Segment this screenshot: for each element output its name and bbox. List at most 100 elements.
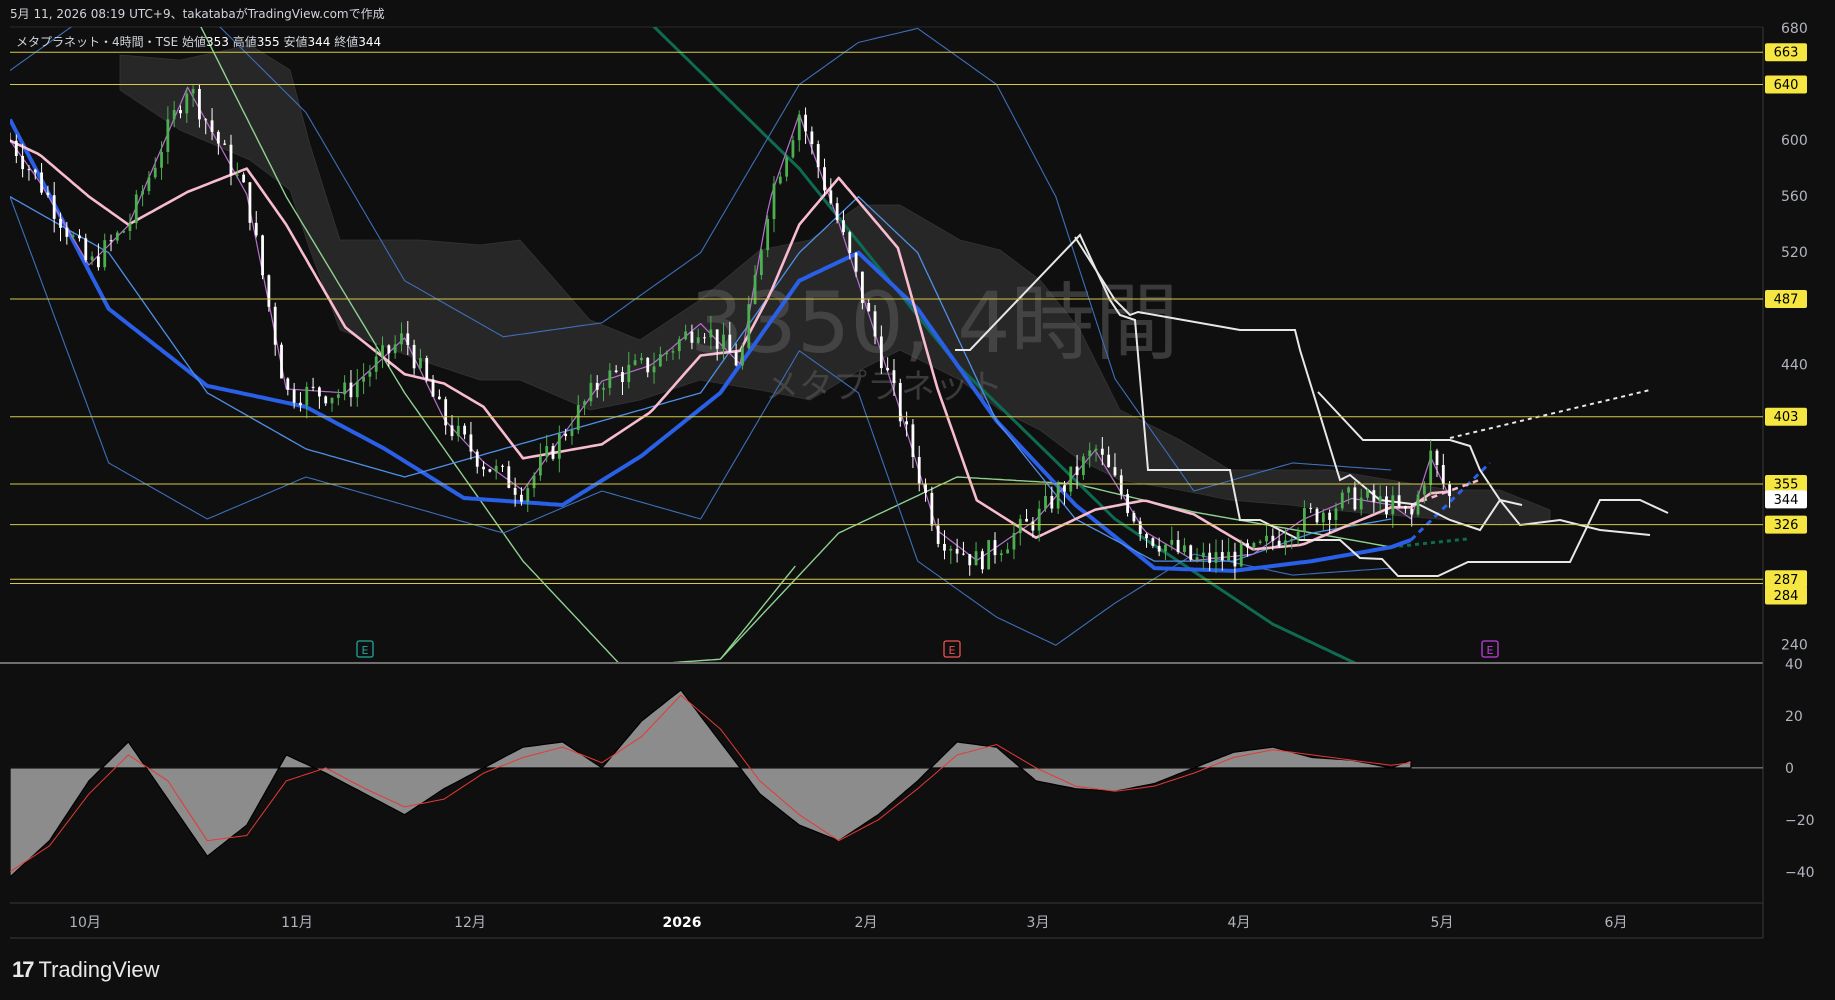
ohlc-high-value: 355 <box>256 35 280 49</box>
candle-body <box>71 235 75 237</box>
candle-body <box>785 157 789 177</box>
candle-body <box>646 357 650 373</box>
candle-body <box>488 469 492 472</box>
candle-body <box>1302 508 1306 532</box>
created-info: 5月 11, 2026 08:19 UTC+9、takatabaがTrading… <box>10 7 385 21</box>
candle-body <box>570 430 574 437</box>
candle-body <box>1429 450 1433 486</box>
candle-body <box>494 465 498 472</box>
candle-body <box>33 169 37 173</box>
candle-body <box>1044 495 1047 509</box>
candle-body <box>311 386 315 388</box>
candle-body <box>1183 545 1186 553</box>
candle-body <box>696 337 700 343</box>
candle-body <box>412 344 416 369</box>
candle-body <box>1252 542 1256 548</box>
macd-axis-tick: 40 <box>1785 657 1803 673</box>
time-axis-tick: 2月 <box>855 915 878 931</box>
candle-body <box>1081 456 1085 476</box>
candle-body <box>1056 485 1060 509</box>
candle-body <box>791 140 795 158</box>
candle-body <box>924 483 927 493</box>
candle-body <box>179 110 182 114</box>
candle-body <box>14 140 18 156</box>
candle-body <box>728 334 732 353</box>
candle-body <box>1397 495 1401 507</box>
candle-body <box>564 433 568 437</box>
candle-body <box>741 348 744 366</box>
candle-body <box>974 551 978 566</box>
candle-body <box>1391 495 1395 515</box>
candle-body <box>1359 497 1363 510</box>
candle-body <box>109 240 113 242</box>
price-chart[interactable]: 3350, 4時間メタプラネット663640487403355326287284… <box>0 0 1835 1000</box>
candle-body <box>999 553 1003 556</box>
candle-body <box>128 223 132 231</box>
candle-body <box>1031 521 1035 531</box>
candle-body <box>400 333 403 345</box>
candle-body <box>898 382 902 422</box>
candle-body <box>709 329 713 338</box>
candle-body <box>431 379 435 397</box>
price-axis-tick: 600 <box>1781 133 1808 149</box>
ohlc-low-label: 安値 <box>283 35 308 49</box>
candle-body <box>160 151 163 168</box>
candle-body <box>1239 543 1243 567</box>
candle-body <box>185 93 189 114</box>
candle-body <box>482 466 485 470</box>
candle-body <box>861 271 864 303</box>
candle-body <box>1258 541 1262 543</box>
candle-body <box>248 182 252 223</box>
candle-body <box>336 394 340 398</box>
tradingview-brand[interactable]: 17 TradingView <box>12 957 160 982</box>
candle-body <box>122 230 126 233</box>
candle-body <box>1151 538 1155 546</box>
candle-body <box>1246 543 1249 548</box>
candle-body <box>273 306 277 345</box>
price-axis-tick: 440 <box>1781 357 1808 373</box>
time-axis-tick: 2026 <box>663 915 702 931</box>
candle-body <box>1088 450 1092 457</box>
candle-body <box>557 433 561 459</box>
candle-body <box>1164 544 1167 552</box>
candle-body <box>513 487 517 495</box>
candle-body <box>658 354 662 367</box>
candle-body <box>456 425 460 437</box>
candle-body <box>1227 551 1231 561</box>
candle-body <box>703 337 706 339</box>
candle-body <box>1214 552 1218 563</box>
candle-body <box>1315 508 1319 523</box>
candle-body <box>198 88 201 120</box>
candle-body <box>1208 552 1212 563</box>
candle-body <box>1284 540 1287 546</box>
candle-body <box>261 235 264 276</box>
candle-body <box>141 191 144 195</box>
candle-body <box>147 177 151 192</box>
candle-body <box>1290 539 1294 541</box>
candle-body <box>1157 545 1161 552</box>
candle-body <box>305 386 309 406</box>
candle-body <box>911 424 915 457</box>
candle-body <box>267 275 271 307</box>
candle-body <box>766 219 770 251</box>
candle-body <box>665 352 669 355</box>
candle-body <box>1220 552 1224 561</box>
candle-body <box>1347 487 1350 493</box>
candle-body <box>722 334 725 349</box>
candle-body <box>848 232 852 253</box>
candle-body <box>40 172 43 193</box>
price-level-label: 487 <box>1774 292 1799 307</box>
candle-body <box>463 425 467 435</box>
candle-body <box>804 114 807 132</box>
candle-body <box>317 387 321 397</box>
candle-body <box>444 399 448 426</box>
candle-body <box>1296 531 1300 540</box>
candle-body <box>892 370 896 383</box>
candle-body <box>96 256 100 268</box>
candle-body <box>1334 508 1338 520</box>
candle-body <box>1385 496 1388 515</box>
candle-body <box>1094 448 1098 451</box>
candle-body <box>842 220 845 233</box>
candle-body <box>1328 512 1332 520</box>
candle-body <box>968 554 972 566</box>
